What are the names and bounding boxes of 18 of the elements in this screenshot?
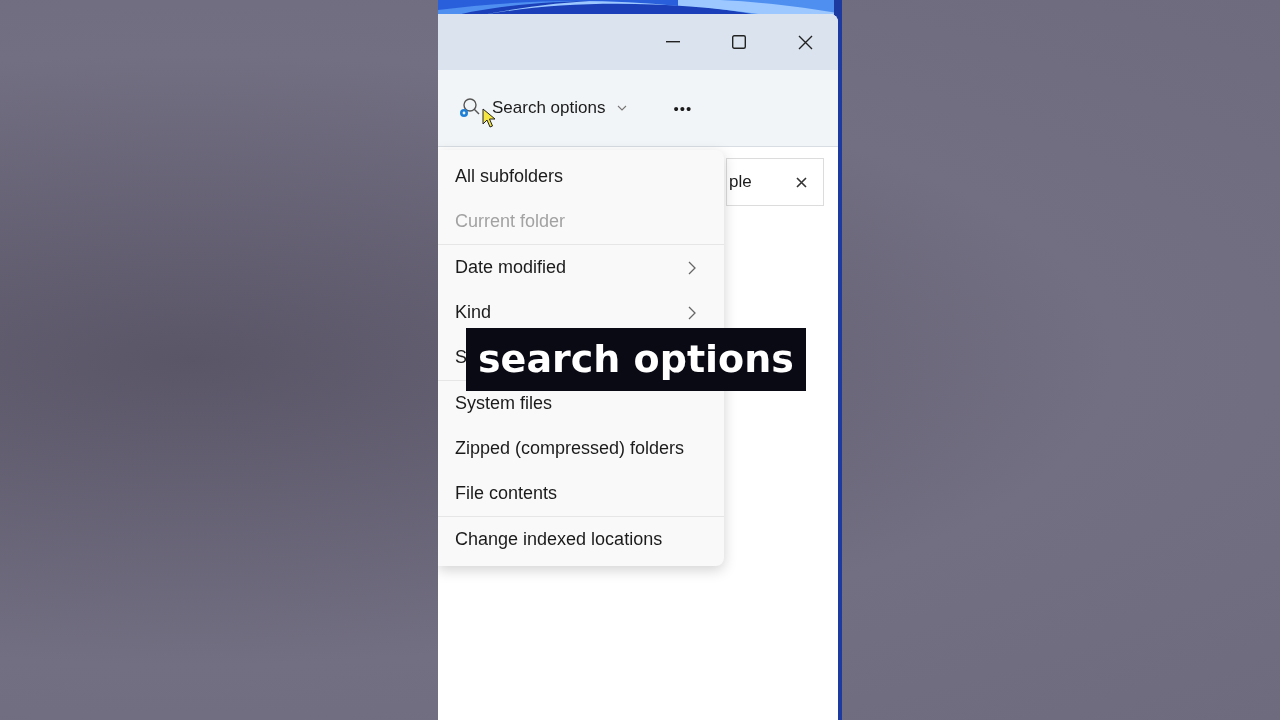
search-field[interactable]: ple (726, 158, 824, 206)
menu-item[interactable]: Change indexed locations (438, 517, 724, 562)
chevron-right-icon (688, 260, 696, 275)
menu-item[interactable]: Zipped (compressed) folders (438, 426, 724, 471)
menu-item[interactable]: File contents (438, 471, 724, 516)
close-icon[interactable] (797, 34, 813, 50)
search-options-button[interactable]: Search options (454, 93, 632, 123)
maximize-icon[interactable] (732, 35, 746, 49)
menu-item[interactable]: Date modified (438, 245, 724, 290)
close-icon[interactable] (796, 176, 807, 188)
search-settings-icon (458, 97, 480, 119)
more-button[interactable]: ••• (669, 95, 697, 121)
caption-overlay: search options (466, 328, 806, 391)
chevron-down-icon (617, 105, 628, 111)
search-text: ple (729, 172, 752, 192)
chevron-right-icon (688, 305, 696, 320)
minimize-icon[interactable] (666, 41, 680, 43)
menu-item[interactable]: All subfolders (438, 154, 724, 199)
